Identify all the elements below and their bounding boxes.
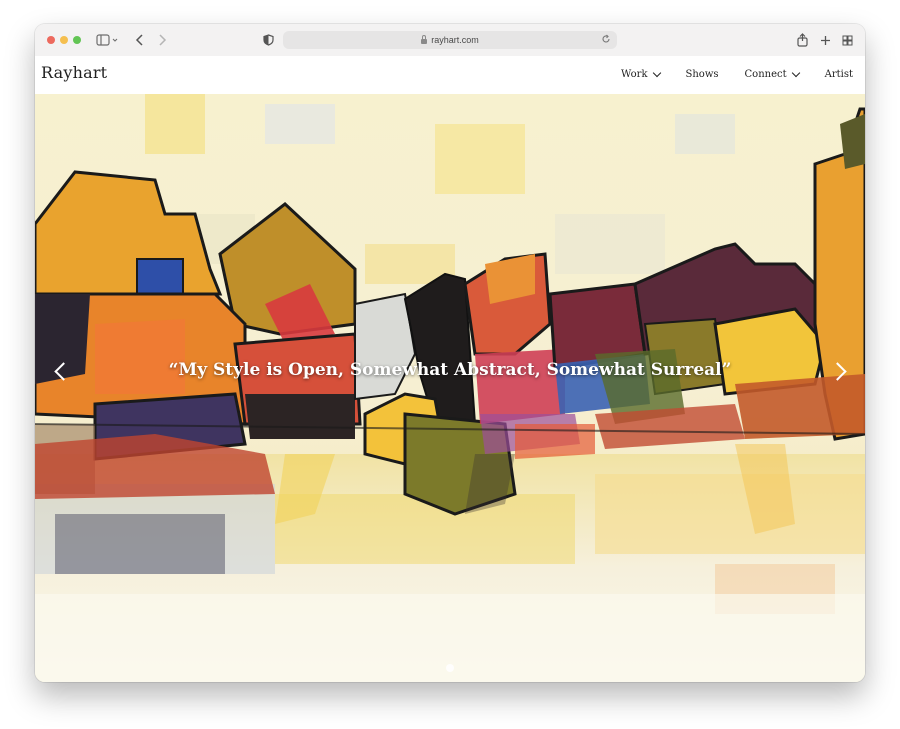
previous-slide-button[interactable] bbox=[49, 357, 73, 387]
reload-icon[interactable] bbox=[601, 34, 611, 44]
nav-item-work[interactable]: Work bbox=[621, 68, 661, 80]
share-icon[interactable] bbox=[795, 31, 809, 49]
slide-indicators bbox=[35, 664, 865, 672]
hero-slider: “My Style is Open, Somewhat Abstract, So… bbox=[35, 94, 865, 682]
chevron-right-icon bbox=[828, 362, 847, 381]
nav-item-label: Shows bbox=[685, 69, 719, 80]
site-header: Rayhart Work Shows Connect Artist bbox=[35, 56, 865, 94]
new-tab-icon[interactable] bbox=[818, 31, 832, 49]
browser-window: rayhart.com Rayhart Work Shows Connect A… bbox=[35, 24, 865, 682]
site-logo[interactable]: Rayhart bbox=[41, 63, 107, 82]
url-text: rayhart.com bbox=[431, 35, 479, 45]
nav-item-label: Work bbox=[621, 69, 648, 80]
forward-icon[interactable] bbox=[155, 31, 169, 49]
chevron-down-icon bbox=[652, 68, 661, 77]
abstract-painting-image bbox=[35, 94, 865, 682]
hero-quote: “My Style is Open, Somewhat Abstract, So… bbox=[168, 360, 732, 380]
tab-overview-icon[interactable] bbox=[840, 31, 854, 49]
nav-item-connect[interactable]: Connect bbox=[744, 68, 800, 80]
browser-toolbar: rayhart.com bbox=[35, 24, 865, 57]
close-window-button[interactable] bbox=[47, 36, 55, 44]
zoom-window-button[interactable] bbox=[73, 36, 81, 44]
address-bar[interactable]: rayhart.com bbox=[283, 31, 617, 49]
nav-item-shows[interactable]: Shows bbox=[686, 69, 719, 80]
sidebar-icon[interactable] bbox=[95, 31, 119, 49]
nav-item-label: Artist bbox=[824, 69, 853, 80]
main-nav: Work Shows Connect Artist bbox=[595, 68, 853, 80]
slide-dot[interactable] bbox=[446, 664, 454, 672]
lock-icon bbox=[421, 34, 428, 44]
nav-item-label: Connect bbox=[744, 69, 787, 80]
minimize-window-button[interactable] bbox=[60, 36, 68, 44]
chevron-left-icon bbox=[54, 362, 73, 381]
next-slide-button[interactable] bbox=[828, 357, 851, 387]
chevron-down-icon bbox=[791, 68, 800, 77]
nav-item-artist[interactable]: Artist bbox=[825, 69, 853, 80]
back-icon[interactable] bbox=[133, 31, 147, 49]
shield-icon[interactable] bbox=[261, 31, 275, 49]
